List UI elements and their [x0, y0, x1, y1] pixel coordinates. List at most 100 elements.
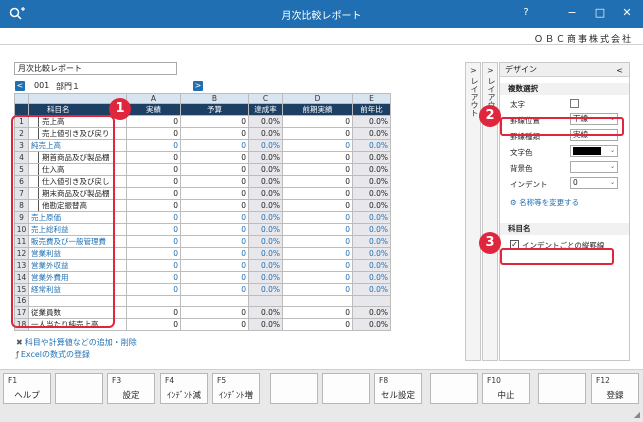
- change-name-link[interactable]: ⚙ 名称等を変更する: [500, 197, 629, 209]
- fkey-f10[interactable]: F10 中止: [482, 373, 530, 404]
- prev-actual-cell[interactable]: 0: [282, 175, 353, 188]
- prev-actual-cell[interactable]: 0: [282, 139, 353, 152]
- fkey-f3[interactable]: F3 設定: [107, 373, 155, 404]
- achievement-cell[interactable]: 0.0%: [248, 139, 283, 152]
- actual-cell[interactable]: 0: [126, 127, 181, 140]
- budget-cell[interactable]: 0: [180, 163, 249, 176]
- actual-cell[interactable]: [126, 295, 181, 307]
- budget-cell[interactable]: 0: [180, 223, 249, 236]
- prev-actual-cell[interactable]: 0: [282, 247, 353, 260]
- text-color-select[interactable]: ⌄: [570, 145, 618, 157]
- yoy-cell[interactable]: [352, 295, 391, 307]
- maximize-button[interactable]: □: [592, 6, 608, 20]
- fkey-empty[interactable]: [430, 373, 478, 404]
- budget-cell[interactable]: 0: [180, 283, 249, 296]
- actual-cell[interactable]: 0: [126, 115, 181, 128]
- achievement-cell[interactable]: 0.0%: [248, 187, 283, 200]
- achievement-cell[interactable]: 0.0%: [248, 247, 283, 260]
- yoy-cell[interactable]: 0.0%: [352, 247, 391, 260]
- budget-cell[interactable]: [180, 295, 249, 307]
- budget-cell[interactable]: 0: [180, 187, 249, 200]
- col-letter[interactable]: A: [126, 93, 181, 104]
- prev-actual-cell[interactable]: 0: [282, 211, 353, 224]
- prev-actual-cell[interactable]: 0: [282, 163, 353, 176]
- actual-cell[interactable]: 0: [126, 271, 181, 284]
- actual-cell[interactable]: 0: [126, 247, 181, 260]
- yoy-cell[interactable]: 0.0%: [352, 187, 391, 200]
- budget-cell[interactable]: 0: [180, 127, 249, 140]
- achievement-cell[interactable]: [248, 295, 283, 307]
- header-achievement[interactable]: 達成率: [248, 103, 283, 116]
- achievement-cell[interactable]: 0.0%: [248, 271, 283, 284]
- yoy-cell[interactable]: 0.0%: [352, 139, 391, 152]
- header-prev-actual[interactable]: 前期実績: [282, 103, 353, 116]
- yoy-cell[interactable]: 0.0%: [352, 235, 391, 248]
- yoy-cell[interactable]: 0.0%: [352, 175, 391, 188]
- achievement-cell[interactable]: 0.0%: [248, 127, 283, 140]
- achievement-cell[interactable]: 0.0%: [248, 175, 283, 188]
- actual-cell[interactable]: 0: [126, 317, 181, 331]
- fkey-f1[interactable]: F1 ヘルプ: [3, 373, 51, 404]
- achievement-cell[interactable]: 0.0%: [248, 283, 283, 296]
- help-icon[interactable]: ?: [520, 6, 532, 20]
- budget-cell[interactable]: 0: [180, 175, 249, 188]
- yoy-cell[interactable]: 0.0%: [352, 259, 391, 272]
- yoy-cell[interactable]: 0.0%: [352, 151, 391, 164]
- actual-cell[interactable]: 0: [126, 187, 181, 200]
- prev-actual-cell[interactable]: 0: [282, 223, 353, 236]
- yoy-cell[interactable]: 0.0%: [352, 271, 391, 284]
- yoy-cell[interactable]: 0.0%: [352, 115, 391, 128]
- fkey-f5[interactable]: F5 ｲﾝﾃﾞﾝﾄ増: [212, 373, 260, 404]
- fkey-f8[interactable]: F8 セル設定: [374, 373, 422, 404]
- budget-cell[interactable]: 0: [180, 151, 249, 164]
- achievement-cell[interactable]: 0.0%: [248, 163, 283, 176]
- actual-cell[interactable]: 0: [126, 283, 181, 296]
- header-budget[interactable]: 予算: [180, 103, 249, 116]
- prev-actual-cell[interactable]: 0: [282, 317, 353, 331]
- bold-checkbox[interactable]: [570, 99, 579, 108]
- achievement-cell[interactable]: 0.0%: [248, 235, 283, 248]
- yoy-cell[interactable]: 0.0%: [352, 163, 391, 176]
- yoy-cell[interactable]: 0.0%: [352, 211, 391, 224]
- budget-cell[interactable]: 0: [180, 139, 249, 152]
- budget-cell[interactable]: 0: [180, 259, 249, 272]
- indent-select[interactable]: 0 ⌄: [570, 177, 618, 189]
- next-dept-button[interactable]: >: [193, 81, 203, 91]
- minimize-button[interactable]: −: [564, 6, 580, 20]
- actual-cell[interactable]: 0: [126, 175, 181, 188]
- prev-actual-cell[interactable]: 0: [282, 199, 353, 212]
- fkey-empty[interactable]: [270, 373, 318, 404]
- header-yoy[interactable]: 前年比: [352, 103, 391, 116]
- budget-cell[interactable]: 0: [180, 211, 249, 224]
- fkey-empty[interactable]: [55, 373, 103, 404]
- budget-cell[interactable]: 0: [180, 235, 249, 248]
- yoy-cell[interactable]: 0.0%: [352, 223, 391, 236]
- budget-cell[interactable]: 0: [180, 317, 249, 331]
- report-name-field[interactable]: 月次比較レポート: [14, 62, 177, 75]
- prev-actual-cell[interactable]: 0: [282, 127, 353, 140]
- prev-actual-cell[interactable]: 0: [282, 271, 353, 284]
- yoy-cell[interactable]: 0.0%: [352, 199, 391, 212]
- achievement-cell[interactable]: 0.0%: [248, 259, 283, 272]
- actual-cell[interactable]: 0: [126, 305, 181, 319]
- budget-cell[interactable]: 0: [180, 115, 249, 128]
- budget-cell[interactable]: 0: [180, 305, 249, 319]
- achievement-cell[interactable]: 0.0%: [248, 305, 283, 319]
- actual-cell[interactable]: 0: [126, 223, 181, 236]
- achievement-cell[interactable]: 0.0%: [248, 115, 283, 128]
- prev-dept-button[interactable]: <: [15, 81, 25, 91]
- fkey-f4[interactable]: F4 ｲﾝﾃﾞﾝﾄ減: [160, 373, 208, 404]
- achievement-cell[interactable]: 0.0%: [248, 199, 283, 212]
- resize-grip-icon[interactable]: ◢: [634, 410, 640, 419]
- fkey-empty[interactable]: [322, 373, 370, 404]
- col-letter[interactable]: B: [180, 93, 249, 104]
- yoy-cell[interactable]: 0.0%: [352, 305, 391, 319]
- header-actual[interactable]: 実績: [126, 103, 181, 116]
- prev-actual-cell[interactable]: 0: [282, 259, 353, 272]
- col-letter[interactable]: C: [248, 93, 283, 104]
- budget-cell[interactable]: 0: [180, 247, 249, 260]
- prev-actual-cell[interactable]: 0: [282, 151, 353, 164]
- prev-actual-cell[interactable]: 0: [282, 283, 353, 296]
- actual-cell[interactable]: 0: [126, 139, 181, 152]
- actual-cell[interactable]: 0: [126, 235, 181, 248]
